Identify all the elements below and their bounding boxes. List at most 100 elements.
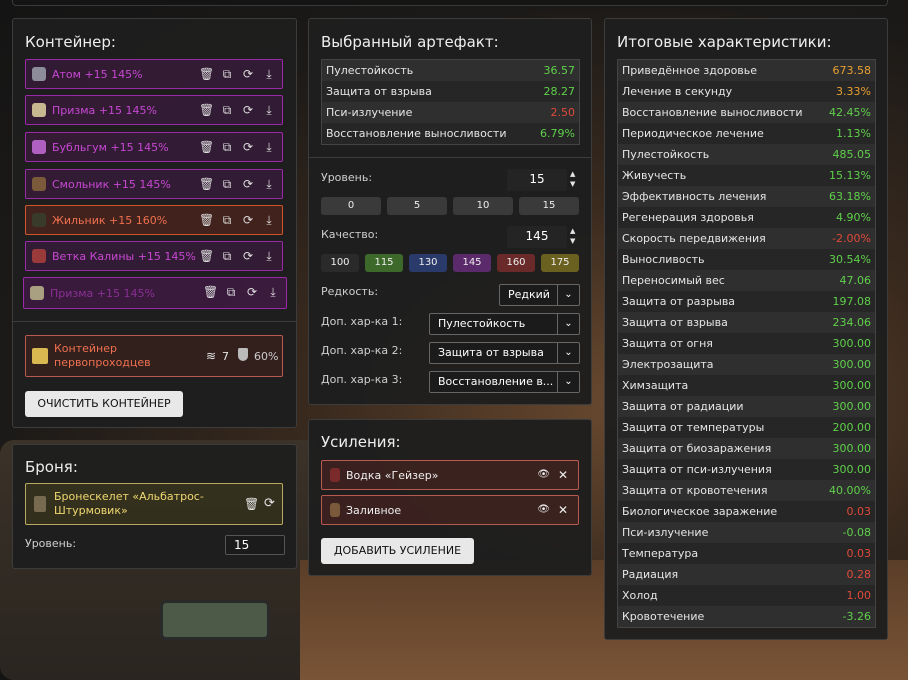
boost-item[interactable]: Заливное 👁 ✕ [321,495,579,525]
boosts-panel: Усиления: Водка «Гейзер» 👁 ✕ Заливное 👁 ✕ Д… [308,419,592,576]
artifact-icon [32,103,46,117]
download-icon[interactable]: ⤓ [262,177,276,191]
refresh-icon[interactable]: ⟳ [241,213,255,227]
quality-input[interactable]: 145 [507,226,567,248]
shield-icon [238,348,248,361]
container-name: Контейнер первопроходцев [54,342,151,369]
armor-level-input[interactable]: 15 [225,535,285,555]
stat-value: 28.27 [543,85,576,98]
item-name: Призма +15 145% [50,286,155,300]
quality-preset-button[interactable]: 100 [321,254,359,272]
extra3-select[interactable]: Восстановление в... ⌄ [429,371,580,393]
clear-container-button[interactable]: ОЧИСТИТЬ КОНТЕЙНЕР [25,391,183,417]
level-stepper[interactable]: ▲ ▼ [570,169,575,189]
refresh-icon[interactable]: ⟳ [241,140,255,154]
download-icon[interactable]: ⤓ [262,67,276,81]
total-stat-row: Радиация 0.28 [618,564,875,585]
download-icon[interactable]: ⤓ [266,285,280,299]
copy-icon[interactable]: ⧉ [220,103,234,117]
artifact-stat-row: Пулестойкость 36.57 [322,60,579,81]
quality-preset-button[interactable]: 145 [453,254,491,272]
refresh-icon[interactable]: ⟳ [241,177,255,191]
container-item[interactable]: Ветка Калины +15 145% 🗑 ⧉ ⟳ ⤓ [25,241,283,271]
item-name: Ветка Калины +15 145% [52,249,196,263]
extra1-value: Пулестойкость [438,317,526,330]
stat-name: Защита от разрыва [622,295,736,308]
container-item[interactable]: Атом +15 145% 🗑 ⧉ ⟳ ⤓ [25,59,283,89]
boost-name: Водка «Гейзер» [346,468,439,482]
stat-name: Пси-излучение [622,526,709,539]
level-input[interactable]: 15 [507,169,567,191]
boost-item[interactable]: Водка «Гейзер» 👁 ✕ [321,460,579,490]
level-preset-button[interactable]: 10 [453,197,513,215]
container-item[interactable]: Смольник +15 145% 🗑 ⧉ ⟳ ⤓ [25,169,283,199]
stat-name: Скорость передвижения [622,232,766,245]
level-preset-button[interactable]: 5 [387,197,447,215]
container-item[interactable]: Бубльгум +15 145% 🗑 ⧉ ⟳ ⤓ [25,132,283,162]
download-icon[interactable]: ⤓ [262,213,276,227]
total-stat-row: Эффективность лечения 63.18% [618,186,875,207]
delete-icon[interactable]: 🗑 [203,285,218,299]
quality-stepper[interactable]: ▲ ▼ [570,226,575,246]
armor-item[interactable]: Бронескелет «Альбатрос-Штурмовик» 🗑 ⟳ [25,483,283,525]
container-item[interactable]: Жильник +15 160% 🗑 ⧉ ⟳ ⤓ [25,205,283,235]
stat-value: 300.00 [832,400,872,413]
refresh-icon[interactable]: ⟳ [241,67,255,81]
copy-icon[interactable]: ⧉ [220,140,234,154]
refresh-icon[interactable]: ⟳ [241,249,255,263]
refresh-icon[interactable]: ⟳ [241,103,255,117]
delete-icon[interactable]: 🗑 [199,249,214,263]
download-icon[interactable]: ⤓ [262,249,276,263]
stat-value: 300.00 [832,442,872,455]
eye-icon[interactable]: 👁 [537,469,550,480]
stat-value: 0.03 [846,505,872,518]
delete-icon[interactable]: 🗑 [199,103,214,117]
stat-value: 200.00 [832,421,872,434]
quality-preset-button[interactable]: 115 [365,254,403,272]
refresh-icon[interactable]: ⟳ [264,496,275,511]
chevron-down-icon: ⌄ [557,343,579,363]
add-boost-button[interactable]: ДОБАВИТЬ УСИЛЕНИЕ [321,538,474,564]
container-summary[interactable]: Контейнер первопроходцев ≋ 7 60% [25,335,283,377]
level-preset-button[interactable]: 15 [519,197,579,215]
boost-icon [330,468,340,482]
copy-icon[interactable]: ⧉ [220,249,234,263]
eye-icon[interactable]: 👁 [537,504,550,515]
layers-icon: ≋ [206,349,217,363]
delete-icon[interactable]: 🗑 [199,213,214,227]
stat-value: 0.03 [846,547,872,560]
rarity-select[interactable]: Редкий ⌄ [499,284,580,306]
extra2-select[interactable]: Защита от взрыва ⌄ [429,342,580,364]
quality-preset-button[interactable]: 175 [541,254,579,272]
quality-preset-button[interactable]: 160 [497,254,535,272]
delete-icon[interactable]: 🗑 [244,497,259,511]
close-icon[interactable]: ✕ [558,468,568,482]
download-icon[interactable]: ⤓ [262,140,276,154]
delete-icon[interactable]: 🗑 [199,140,214,154]
delete-icon[interactable]: 🗑 [199,177,214,191]
artifact-icon [32,213,46,227]
stat-value: 300.00 [832,358,872,371]
container-item[interactable]: Призма +15 145% 🗑 ⧉ ⟳ ⤓ [25,95,283,125]
copy-icon[interactable]: ⧉ [220,67,234,81]
stat-value: 4.90% [836,211,871,224]
extra1-select[interactable]: Пулестойкость ⌄ [429,313,580,335]
download-icon[interactable]: ⤓ [262,103,276,117]
copy-icon[interactable]: ⧉ [220,177,234,191]
stat-value: 0.28 [846,568,872,581]
artifact-icon [32,249,46,263]
totals-stats: Приведённое здоровье 673.58 Лечение в секу… [617,59,876,628]
armor-icon [34,496,46,512]
extra2-label: Доп. хар-ка 2: [321,344,403,357]
artifact-title: Выбранный артефакт: [321,33,499,51]
refresh-icon[interactable]: ⟳ [245,285,259,299]
quality-preset-button[interactable]: 130 [409,254,447,272]
close-icon[interactable]: ✕ [558,503,568,517]
delete-icon[interactable]: 🗑 [199,67,214,81]
container-item[interactable]: Призма +15 145% 🗑 ⧉ ⟳ ⤓ [23,277,287,309]
copy-icon[interactable]: ⧉ [220,213,234,227]
stat-name: Защита от огня [622,337,713,350]
total-stat-row: Пси-излучение -0.08 [618,522,875,543]
level-preset-button[interactable]: 0 [321,197,381,215]
copy-icon[interactable]: ⧉ [224,285,238,299]
